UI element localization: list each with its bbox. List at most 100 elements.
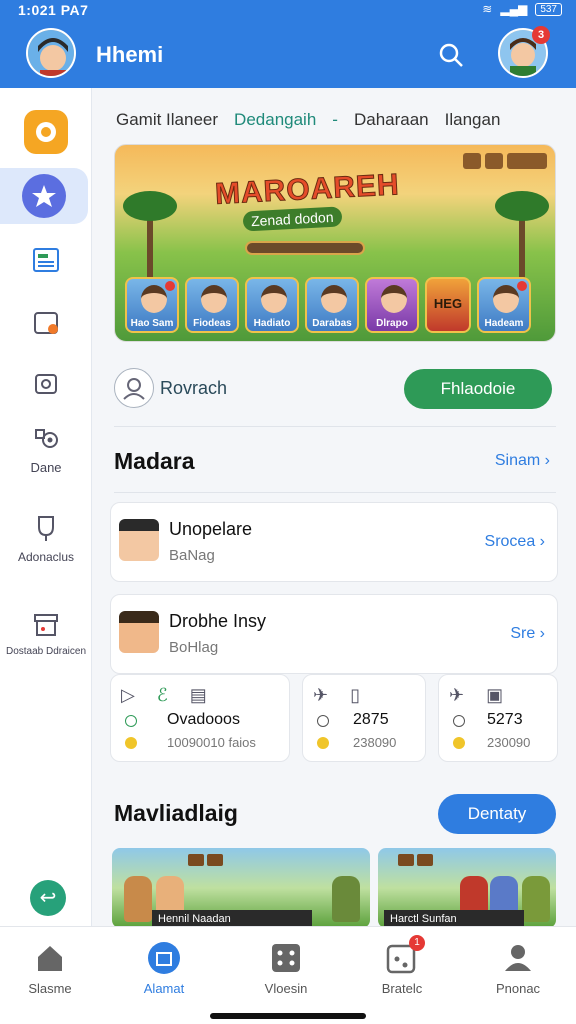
list-item[interactable]: Unopelare BaNag Srocea › — [110, 502, 558, 582]
character-figure — [124, 876, 152, 922]
sidebar-item-dane[interactable]: Dane — [0, 424, 92, 475]
link-label: Sre — [510, 625, 536, 642]
home-icon — [33, 941, 67, 975]
shop-icon — [24, 608, 68, 642]
hero-name: Fiodeas — [193, 318, 231, 329]
status-dot — [125, 715, 137, 727]
banner-title: MAROAREH — [214, 168, 401, 212]
game-tile[interactable]: Hennil Naadan — [112, 848, 370, 926]
stat-subvalue: 10090010 faios — [167, 735, 256, 750]
trophy-icon — [24, 512, 68, 546]
refresh-fab[interactable]: ↩ — [30, 880, 66, 916]
search-button[interactable] — [436, 40, 466, 70]
card-icon: ▯ — [350, 685, 360, 705]
user-icon[interactable] — [114, 368, 154, 408]
hero-name: Darabas — [312, 318, 352, 329]
section-see-all-link[interactable]: Sinam › — [495, 452, 550, 470]
status-dot — [453, 715, 465, 727]
stat-subvalue: 238090 — [353, 735, 397, 750]
puzzle-icon: ✈ — [313, 685, 329, 705]
hero-card[interactable]: Dlrapo — [365, 277, 419, 333]
star-game-icon — [22, 174, 66, 218]
banner-currency-icons — [463, 153, 547, 169]
hero-card[interactable]: Hadeam — [477, 277, 531, 333]
chevron-right-icon: › — [539, 625, 545, 642]
search-row: Rovrach Fhlaodoie — [114, 364, 556, 420]
app-avatar[interactable] — [26, 28, 76, 78]
banner-progress-bar — [245, 241, 365, 255]
see-all-label: Sinam — [494, 452, 541, 469]
sidebar-item-chat[interactable] — [0, 110, 92, 154]
status-dot — [317, 715, 329, 727]
stat-icons: ▷ ℰ ▤ — [121, 685, 207, 706]
hero-name: Hao Sam — [130, 318, 174, 329]
list-item-link[interactable]: Sre › — [510, 625, 545, 643]
tab-gamit[interactable]: Gamit Ilaneer — [116, 110, 218, 130]
list-item-link[interactable]: Srocea › — [485, 533, 545, 551]
nav-item-alamat[interactable]: Alamat — [114, 941, 214, 996]
link-label: Srocea — [484, 533, 536, 550]
sidebar-item-news[interactable] — [0, 238, 92, 282]
stat-card[interactable]: ✈ ▣ 5273 230090 — [438, 674, 558, 762]
divider — [114, 492, 556, 493]
tile-caption: Hennil Naadan — [152, 910, 312, 926]
nav-item-vloesin[interactable]: Vloesin — [236, 941, 336, 996]
nav-item-profile[interactable]: Pnonac — [468, 941, 568, 996]
hero-card[interactable]: Fiodeas — [185, 277, 239, 333]
sidebar-item-label: Adonaclus — [17, 550, 75, 564]
coin-icon — [125, 737, 137, 749]
palm-tree-icon — [495, 191, 549, 281]
hero-card[interactable]: HEG — [425, 277, 471, 333]
status-icons: ≋ ▂▄▆ 537 — [482, 2, 562, 16]
featured-banner[interactable]: MAROAREH Zenad dodon Hao Sam Fiodeas Had… — [114, 144, 556, 342]
gamepad-icon — [269, 941, 303, 975]
stat-value: Ovadooos — [167, 711, 240, 728]
battery-indicator: 537 — [535, 2, 562, 16]
game-tile[interactable]: Harctl Sunfan — [378, 848, 556, 926]
game-thumbnail — [119, 519, 159, 561]
primary-action-button[interactable]: Fhlaodoie — [404, 369, 552, 409]
sidebar-active-highlight — [0, 168, 88, 224]
secondary-action-button[interactable]: Dentaty — [438, 794, 556, 834]
stat-card[interactable]: ▷ ℰ ▤ Ovadooos 10090010 faios — [110, 674, 290, 762]
sidebar-item-games[interactable] — [0, 168, 92, 224]
tab-daharaan[interactable]: Daharaan — [354, 110, 429, 130]
nav-notification-badge: 1 — [409, 935, 425, 951]
nav-item-bratelc[interactable]: 1 Bratelc — [352, 935, 452, 996]
notification-badge: 3 — [532, 26, 550, 44]
card-icon: ▣ — [486, 685, 504, 705]
back-arrow-icon: ↩ — [39, 887, 57, 909]
list-item-subtitle: BaNag — [169, 547, 215, 564]
sidebar-item-shop[interactable]: Dostaab Ddraicen — [0, 608, 92, 658]
bottom-navigation: Slasme Alamat Vloesin 1 Bratelc Pnonac — [0, 926, 576, 1024]
banner-subtitle: Zenad dodon — [242, 206, 342, 232]
list-item-subtitle: BoHlag — [169, 639, 219, 656]
nav-item-home[interactable]: Slasme — [0, 941, 100, 996]
list-item-title: Unopelare — [169, 519, 253, 539]
coin-icon — [317, 737, 329, 749]
avatar-icon — [28, 30, 74, 76]
status-time: 1:021 PA7 — [18, 2, 89, 18]
profile-button[interactable]: 3 — [498, 26, 550, 78]
tab-bar: Gamit Ilaneer Dedangaih - Daharaan Ilang… — [116, 110, 500, 130]
tab-ilangan[interactable]: Ilangan — [445, 110, 501, 130]
section-title: Madara — [114, 448, 195, 474]
play-icon: ▷ — [121, 685, 135, 705]
stat-subvalue: 230090 — [487, 735, 531, 750]
stat-card[interactable]: ✈ ▯ 2875 238090 — [302, 674, 426, 762]
calendar-icon — [24, 300, 68, 344]
hero-card[interactable]: Darabas — [305, 277, 359, 333]
stat-value: 2875 — [353, 711, 389, 728]
sidebar: Dane Adonaclus Dostaab Ddraicen — [0, 88, 92, 926]
list-item[interactable]: Drobhe Insy BoHlag Sre › — [110, 594, 558, 674]
sidebar-item-calendar[interactable] — [0, 300, 92, 344]
coin-icon — [453, 737, 465, 749]
hero-card[interactable]: Hao Sam — [125, 277, 179, 333]
divider — [114, 426, 556, 427]
sidebar-item-camera[interactable] — [0, 362, 92, 406]
tab-dedangaih[interactable]: Dedangaih — [234, 110, 316, 130]
sidebar-item-adonaclus[interactable]: Adonaclus — [0, 512, 92, 564]
chevron-right-icon: › — [544, 452, 550, 469]
signal-icon: ▂▄▆ — [500, 2, 528, 16]
hero-card[interactable]: Hadiato — [245, 277, 299, 333]
